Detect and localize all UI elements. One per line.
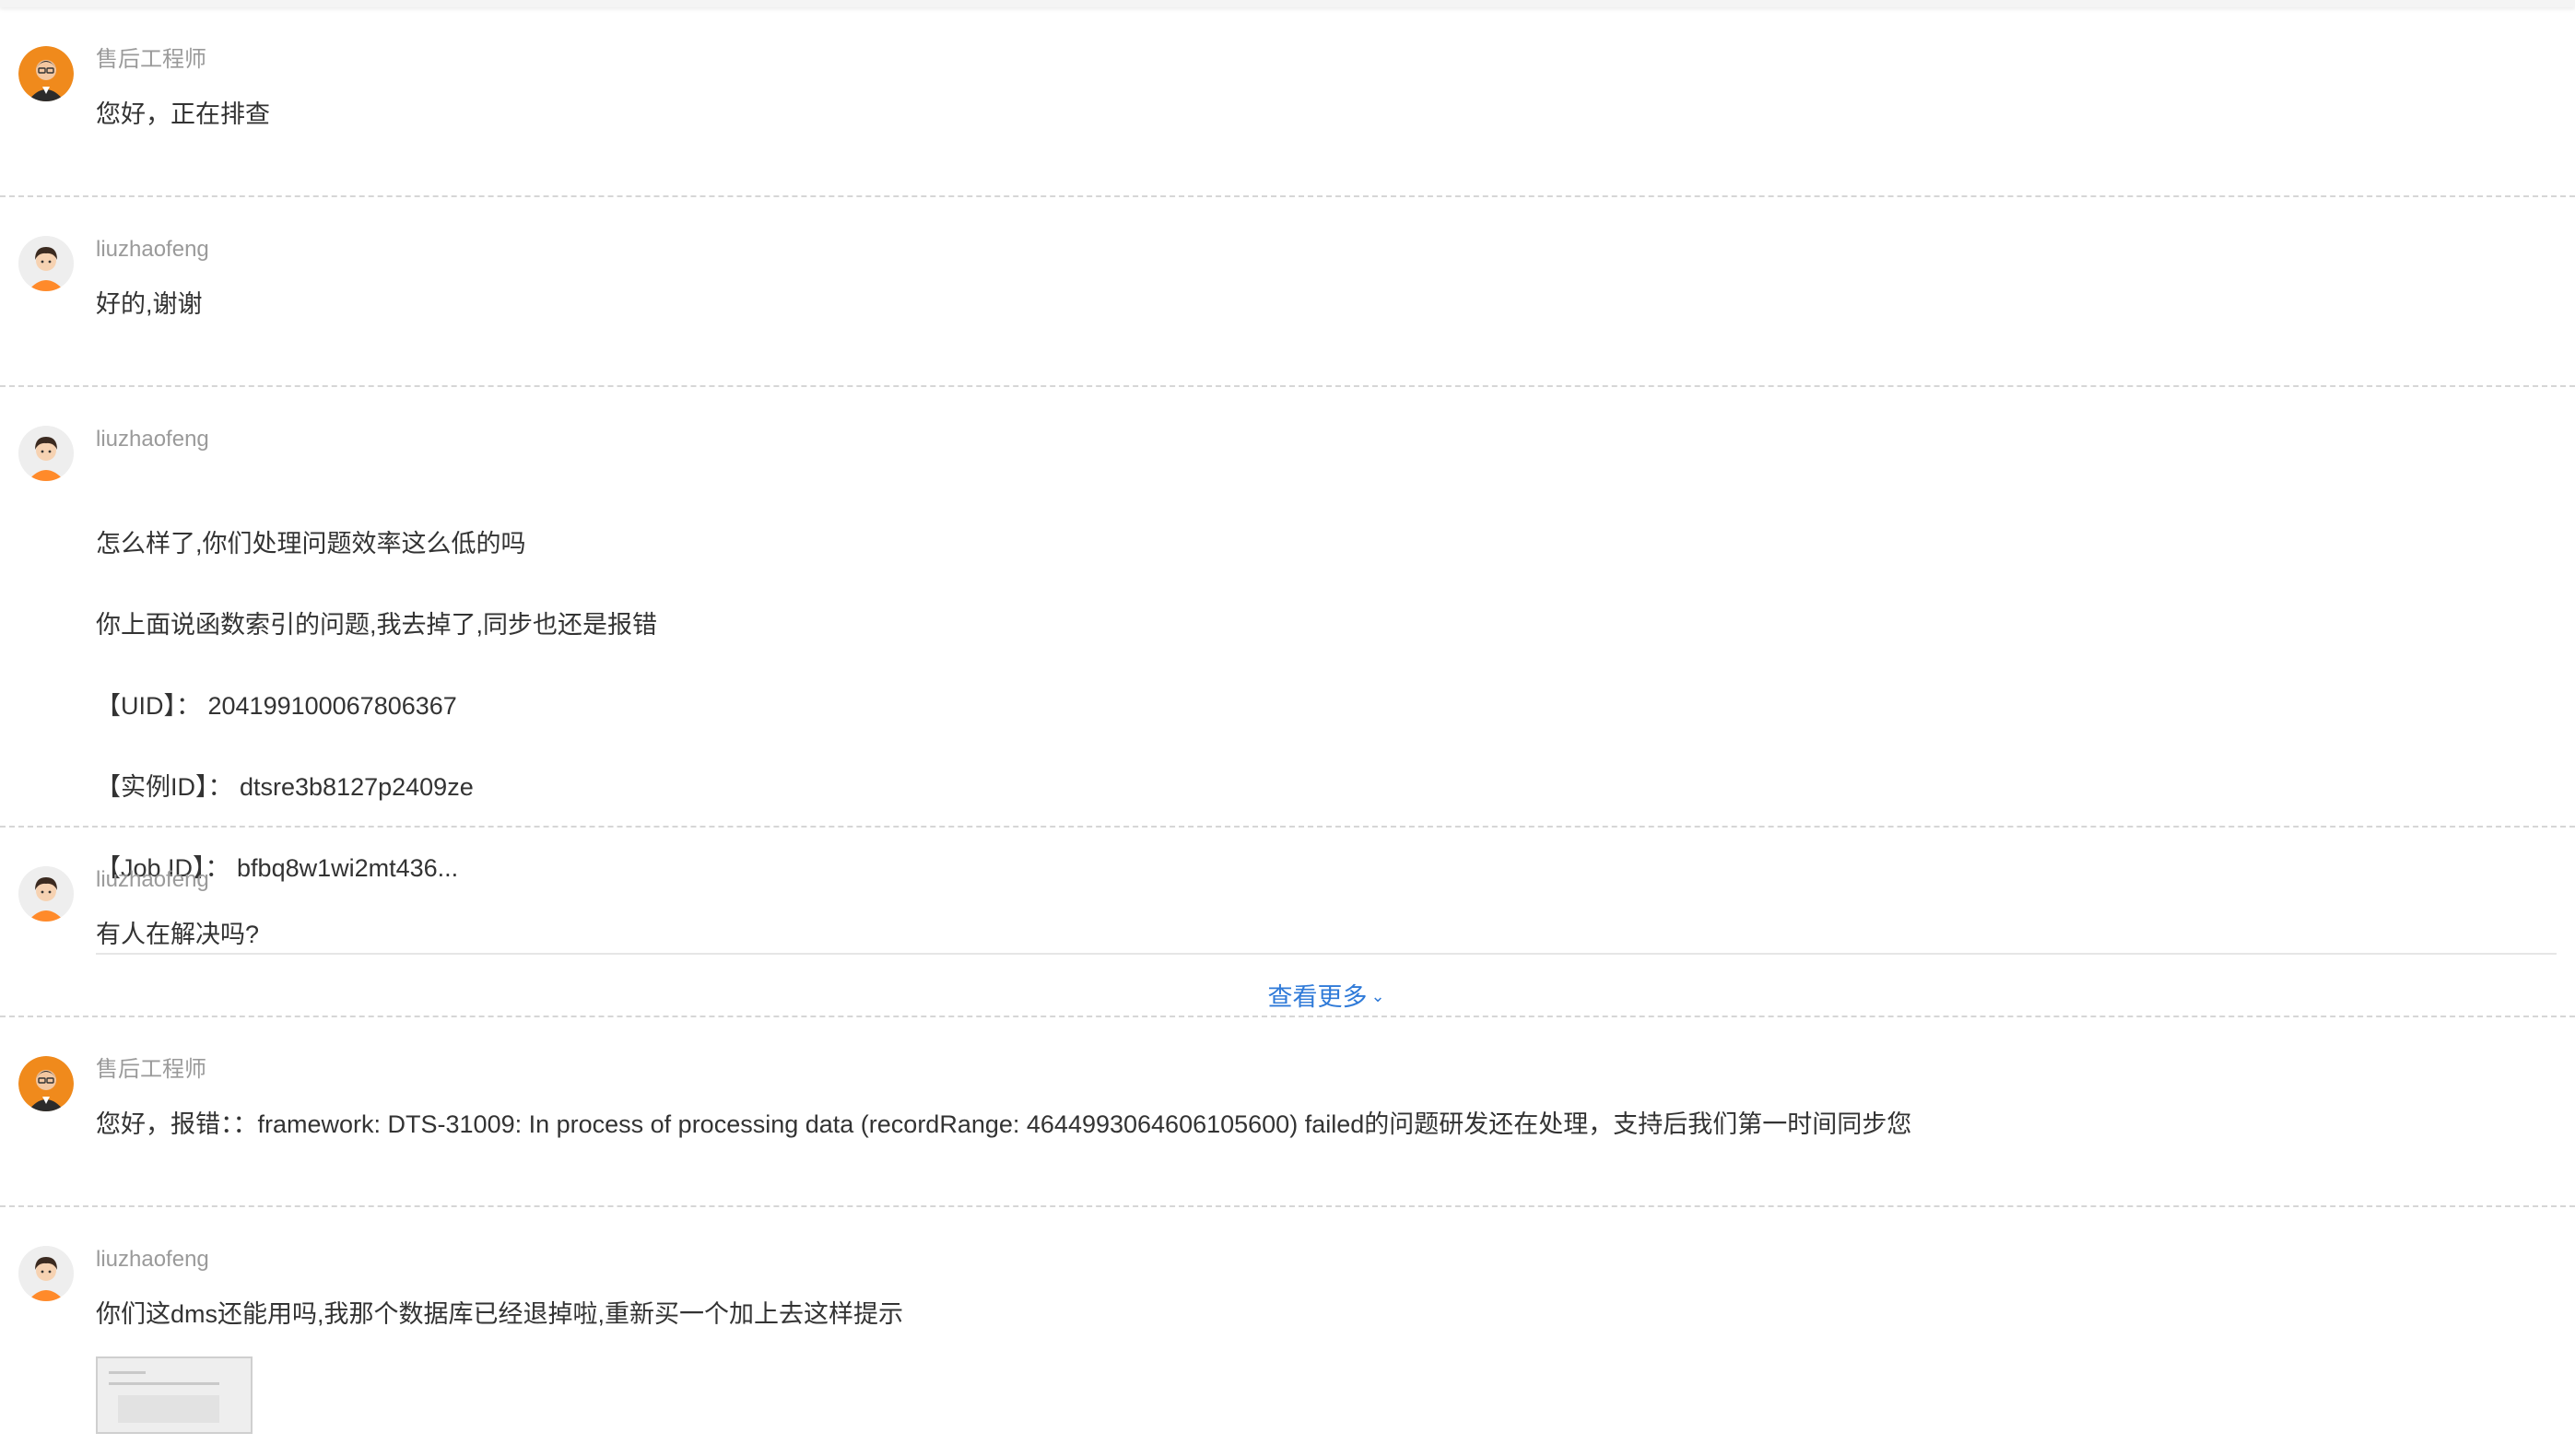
message-line: 【实例ID】： dtsre3b8127p2409ze [96,773,474,801]
message-author: liuzhaofeng [96,1247,209,1272]
message-line: 有人在解决吗? [96,921,260,948]
message-text: 您好，正在排查 [96,94,2557,135]
message-item: liuzhaofeng 怎么样了,你们处理问题效率这么低的吗 你上面说函数索引的… [0,385,2575,1011]
message-text: 您好，报错：：framework: DTS-31009: In process … [96,1104,2557,1145]
message-item: 售后工程师 您好，报错：：framework: DTS-31009: In pr… [0,1016,2575,1205]
message-text: 你们这dms还能用吗,我那个数据库已经退掉啦,重新买一个加上去这样提示 [96,1294,2557,1334]
message-author: 售后工程师 [96,47,206,72]
message-line: 你们这dms还能用吗,我那个数据库已经退掉啦,重新买一个加上去这样提示 [96,1300,904,1328]
engineer-avatar [18,46,74,101]
message-line: 好的,谢谢 [96,290,203,318]
message-author: liuzhaofeng [96,427,209,452]
message-author: liuzhaofeng [96,237,209,262]
user-avatar [18,236,74,291]
message-text: 好的,谢谢 [96,284,2557,324]
message-author: liuzhaofeng [96,867,209,892]
message-line: 您好，正在排查 [96,100,270,128]
message-item: liuzhaofeng 好的,谢谢 [0,195,2575,385]
engineer-avatar [18,1056,74,1111]
message-text: 有人在解决吗? [96,914,2557,955]
message-list: 售后工程师 您好，正在排查 liuzhaofeng 好的,谢谢 liuzhaof… [0,7,2575,1456]
message-line: 您好，报错：：framework: DTS-31009: In process … [96,1110,1912,1138]
message-item: liuzhaofeng 你们这dms还能用吗,我那个数据库已经退掉啦,重新买一个… [0,1205,2575,1456]
top-bar [0,0,2575,7]
message-item: 售后工程师 您好，正在排查 [0,7,2575,195]
attached-image-thumbnail[interactable] [96,1356,253,1434]
message-item: liuzhaofeng 有人在解决吗? [0,826,2575,1016]
message-author: 售后工程师 [96,1057,206,1082]
message-line: 怎么样了,你们处理问题效率这么低的吗 [96,530,526,558]
message-line: 你上面说函数索引的问题,我去掉了,同步也还是报错 [96,611,658,639]
user-avatar [18,426,74,481]
user-avatar [18,866,74,922]
user-avatar [18,1246,74,1301]
message-line: 【UID】： 204199100067806367 [96,692,457,720]
